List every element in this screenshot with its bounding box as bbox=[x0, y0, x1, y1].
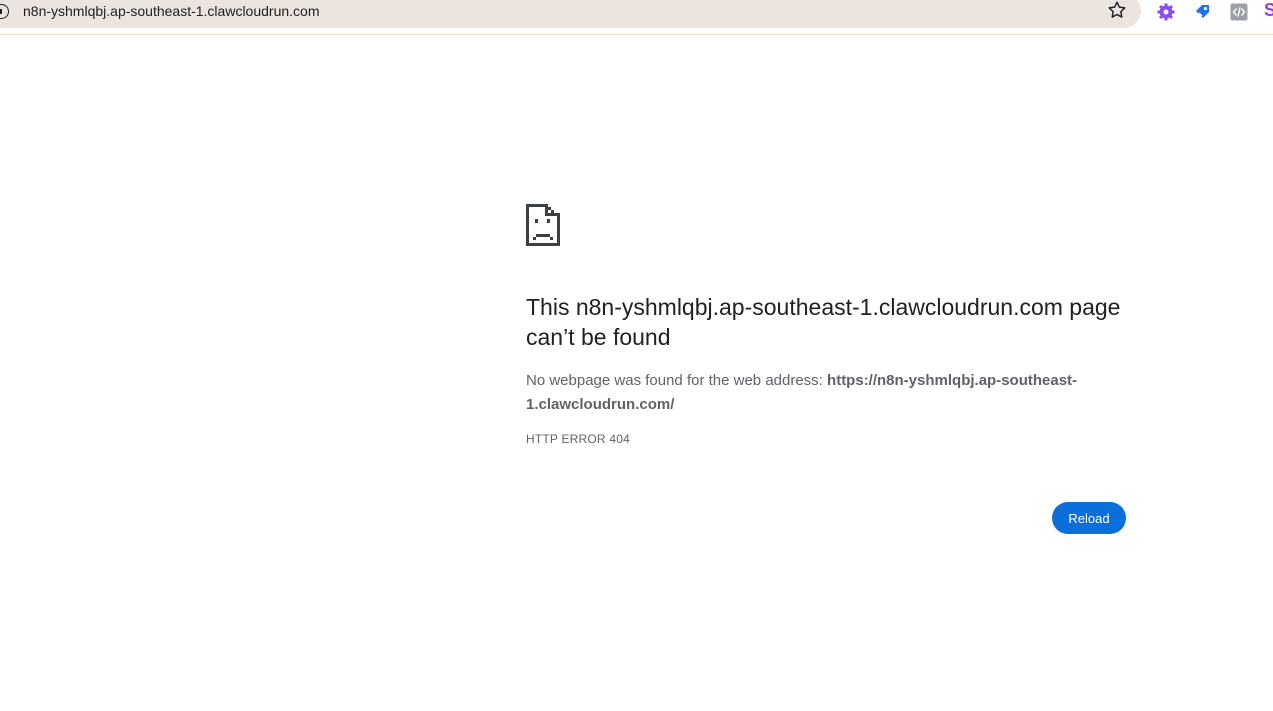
reload-button[interactable]: Reload bbox=[1052, 502, 1126, 534]
error-description: No webpage was found for the web address… bbox=[526, 369, 1126, 417]
star-icon[interactable] bbox=[1106, 0, 1128, 21]
url-text[interactable]: n8n-yshmlqbj.ap-southeast-1.clawcloudrun… bbox=[23, 3, 319, 19]
address-bar[interactable]: n8n-yshmlqbj.ap-southeast-1.clawcloudrun… bbox=[0, 0, 1141, 28]
info-icon[interactable] bbox=[0, 4, 9, 19]
s-extension-icon[interactable]: S bbox=[1264, 0, 1273, 20]
browser-toolbar: n8n-yshmlqbj.ap-southeast-1.clawcloudrun… bbox=[0, 0, 1273, 35]
page-title: This n8n-yshmlqbj.ap-southeast-1.clawclo… bbox=[526, 294, 1121, 350]
tag-extension-icon[interactable] bbox=[1193, 2, 1213, 22]
description-prefix: No webpage was found for the web address… bbox=[526, 372, 828, 389]
sad-page-icon bbox=[526, 204, 560, 246]
gear-extension-icon[interactable] bbox=[1156, 2, 1176, 22]
code-extension-icon[interactable] bbox=[1229, 2, 1249, 22]
error-code: HTTP ERROR 404 bbox=[526, 432, 630, 446]
